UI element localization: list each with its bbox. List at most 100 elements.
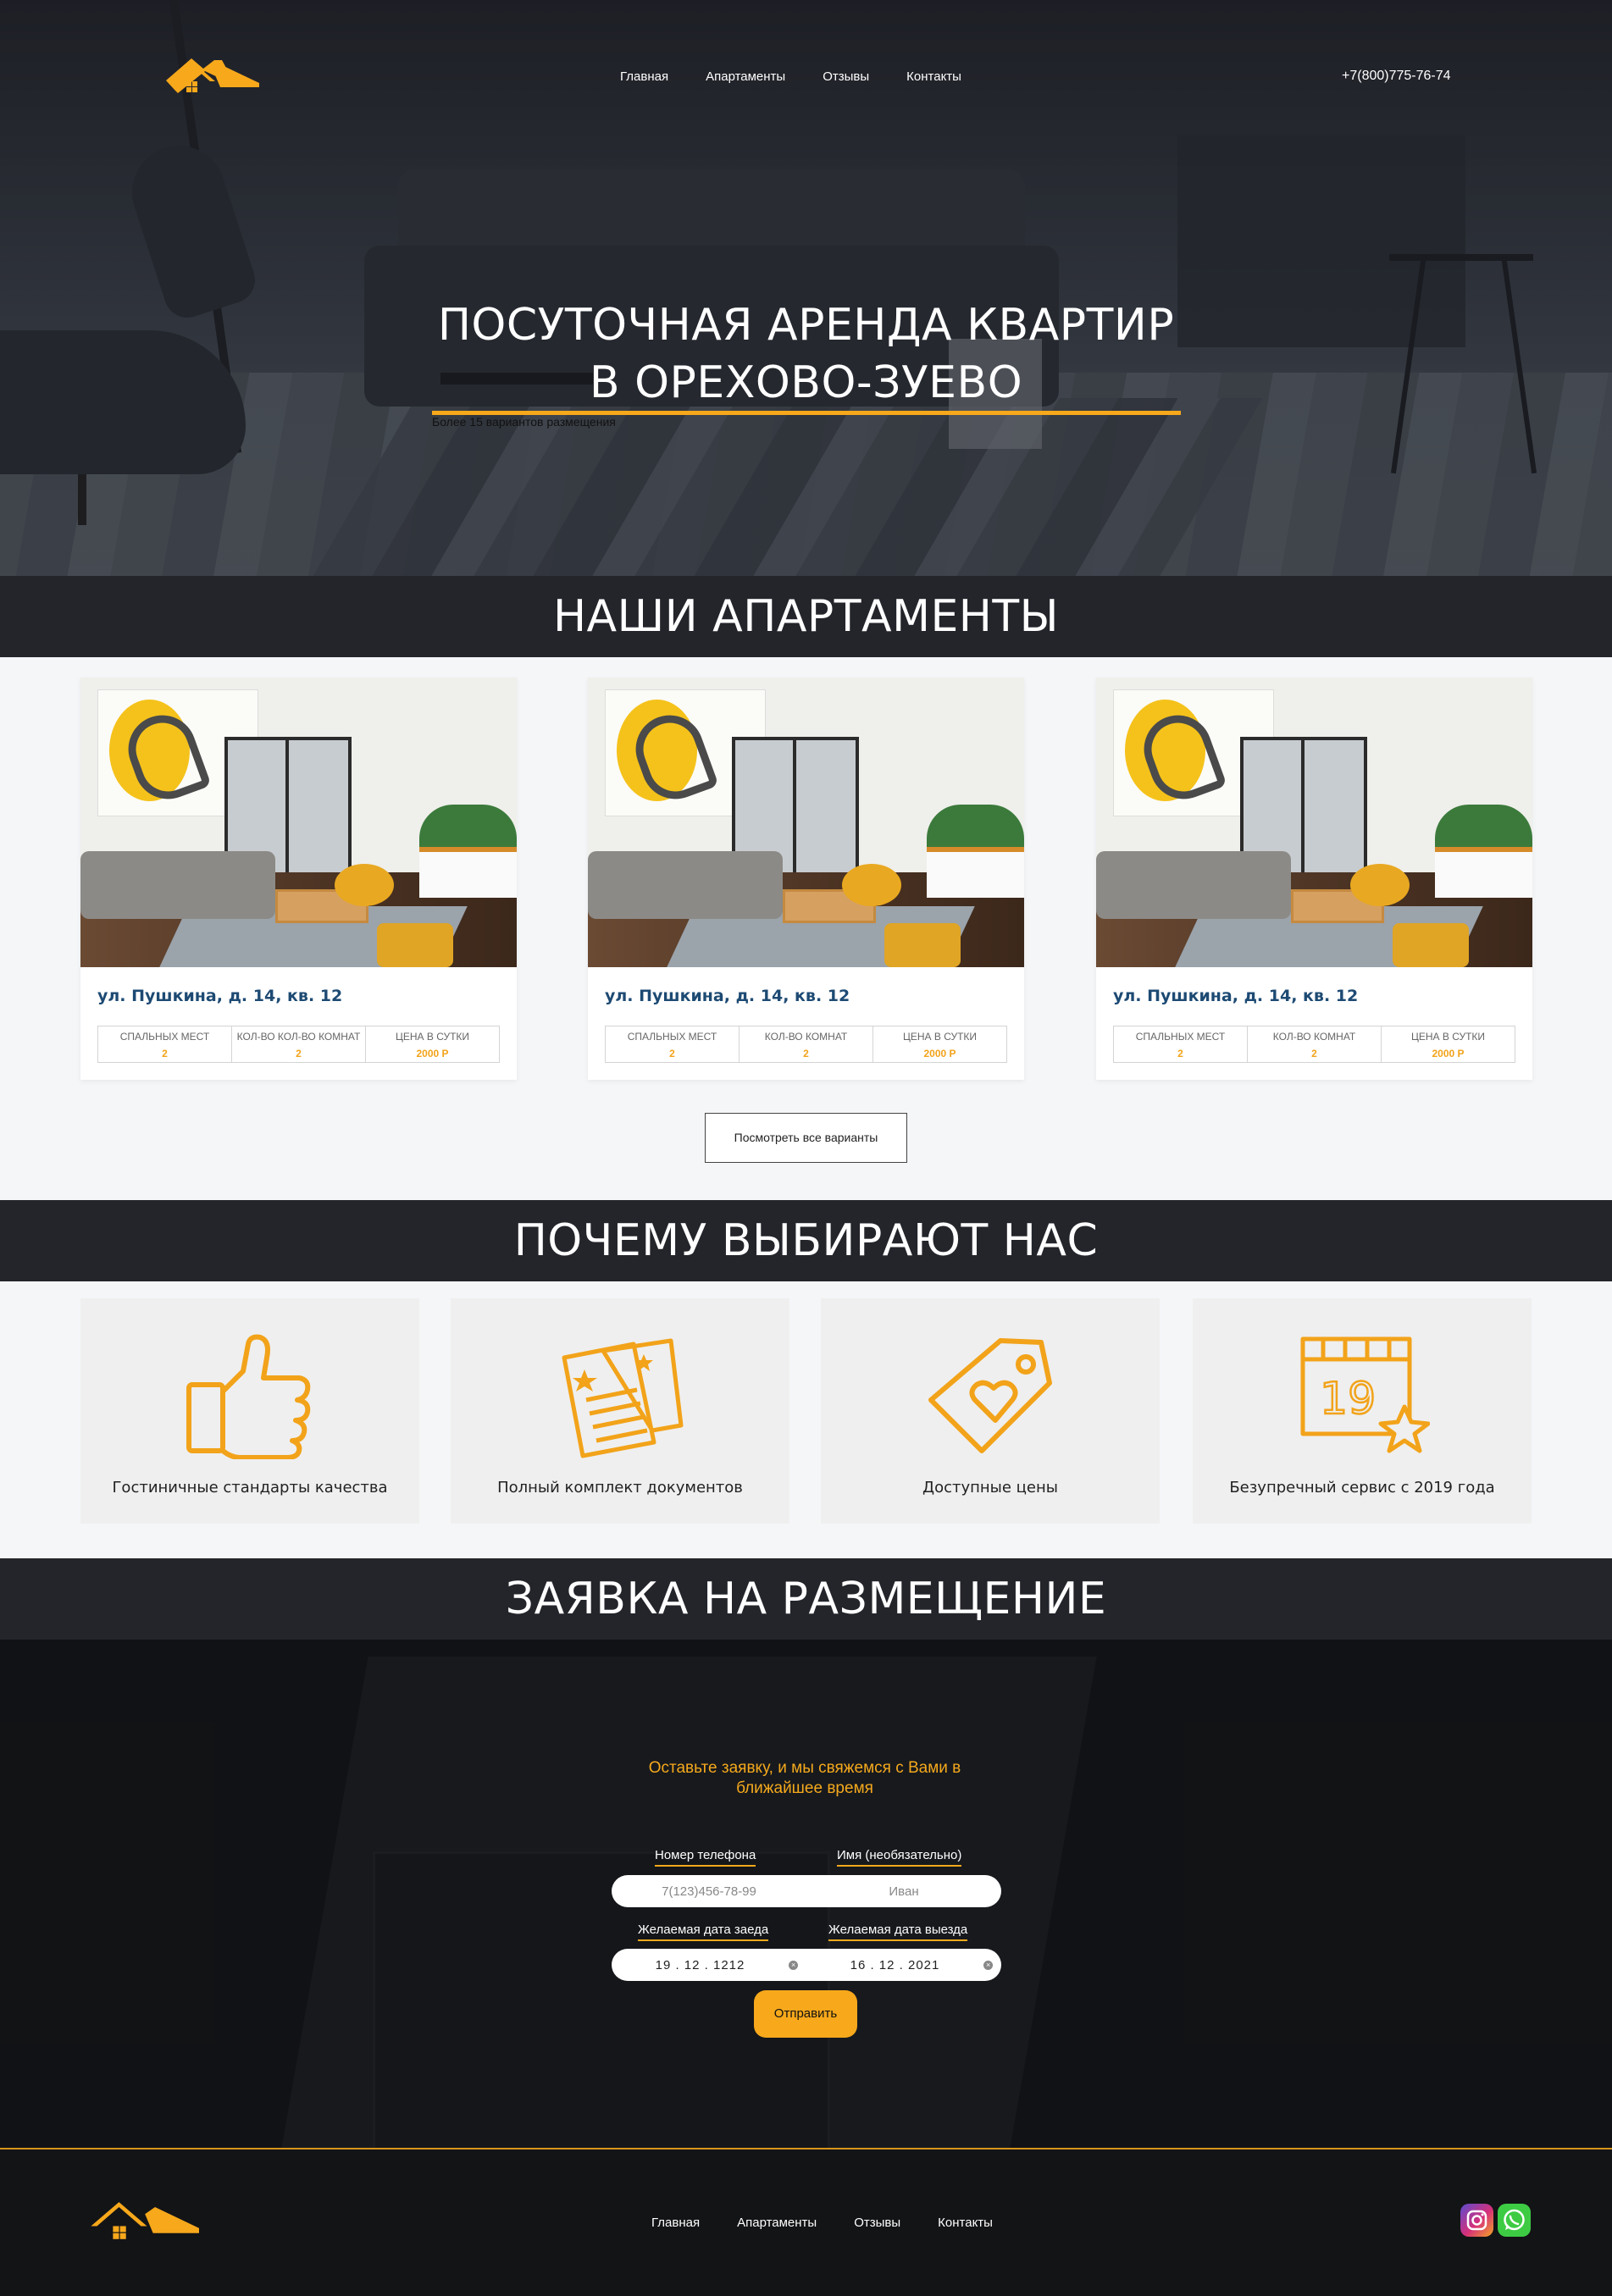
documents-icon [562, 1338, 684, 1458]
hero: Главная Апартаменты Отзывы Контакты +7(8… [0, 0, 1612, 576]
feature-label: Полный комплект документов [497, 1479, 743, 1497]
spec-rooms: КОЛ-ВО КОМНАТ 2 [740, 1026, 873, 1062]
spec-price-label: ЦЕНА В СУТКИ [1410, 1031, 1486, 1043]
photo-sofa [80, 851, 275, 919]
feature-card-quality: Гостиничные стандарты качества [80, 1298, 419, 1524]
whatsapp-icon[interactable] [1498, 2204, 1531, 2237]
hero-title-line2: В ОРЕХОВО-ЗУЕВО [589, 357, 1023, 408]
spec-price-value: 2000 Р [416, 1048, 449, 1059]
nav-reviews[interactable]: Отзывы [823, 69, 869, 84]
apartment-address[interactable]: ул. Пушкина, д. 14, кв. 12 [605, 987, 850, 1005]
thumbs-up-icon [186, 1334, 311, 1459]
spec-beds: СПАЛЬНЫХ МЕСТ 2 [98, 1026, 232, 1062]
submit-button[interactable]: Отправить [754, 1990, 857, 2038]
spec-beds-label: СПАЛЬНЫХ МЕСТ [1135, 1031, 1226, 1043]
checkin-label: Желаемая дата заеда [638, 1923, 769, 1941]
spec-price: ЦЕНА В СУТКИ 2000 Р [873, 1026, 1006, 1062]
instagram-icon[interactable] [1460, 2204, 1493, 2237]
clear-checkout-icon[interactable]: × [983, 1960, 993, 1970]
checkout-label: Желаемая дата выезда [828, 1923, 968, 1941]
phone-input[interactable]: 7(123)456-78-99 [612, 1884, 806, 1899]
apartment-specs: СПАЛЬНЫХ МЕСТ 2 КОЛ-ВО КОЛ-ВО КОМНАТ 2 Ц… [97, 1026, 500, 1063]
logo[interactable] [166, 56, 259, 97]
photo-cabinet [1435, 847, 1532, 898]
footer-logo[interactable] [88, 2196, 200, 2244]
apartment-card[interactable]: ул. Пушкина, д. 14, кв. 12 СПАЛЬНЫХ МЕСТ… [1096, 678, 1532, 1080]
spec-beds-value: 2 [1177, 1048, 1183, 1059]
name-label: Имя (необязательно) [837, 1848, 962, 1867]
apartments-section: ул. Пушкина, д. 14, кв. 12 СПАЛЬНЫХ МЕСТ… [0, 657, 1612, 1199]
footer-nav-reviews[interactable]: Отзывы [854, 2216, 900, 2230]
feature-label: Безупречный сервис с 2019 года [1229, 1479, 1495, 1497]
apartment-card[interactable]: ул. Пушкина, д. 14, кв. 12 СПАЛЬНЫХ МЕСТ… [80, 678, 517, 1080]
hero-title-line1: ПОСУТОЧНАЯ АРЕНДА КВАРТИР [437, 300, 1175, 351]
spec-price-label: ЦЕНА В СУТКИ [902, 1031, 978, 1043]
nav-contacts[interactable]: Контакты [906, 69, 961, 84]
main-nav: Главная Апартаменты Отзывы Контакты [620, 69, 961, 84]
spec-price-label: ЦЕНА В СУТКИ [395, 1031, 470, 1043]
spec-price-value: 2000 Р [923, 1048, 956, 1059]
price-tag-heart-icon [928, 1338, 1052, 1453]
photo-sofa [588, 851, 783, 919]
feature-card-documents: Полный комплект документов [451, 1298, 789, 1524]
spec-rooms-value: 2 [1311, 1048, 1317, 1059]
photo-ottoman [1350, 864, 1410, 906]
spec-rooms-label: КОЛ-ВО КОМНАТ [764, 1031, 848, 1043]
calendar-star-icon: 19 [1300, 1336, 1430, 1453]
footer-nav-apartments[interactable]: Апартаменты [737, 2216, 817, 2230]
apartment-specs: СПАЛЬНЫХ МЕСТ 2 КОЛ-ВО КОМНАТ 2 ЦЕНА В С… [605, 1026, 1007, 1063]
footer-nav-contacts[interactable]: Контакты [938, 2216, 993, 2230]
feature-card-service: 19 Безупречный сервис с 2019 года [1193, 1298, 1532, 1524]
instagram-glyph-icon [1466, 2210, 1487, 2231]
apartments-heading: НАШИ АПАРТАМЕНТЫ [0, 576, 1612, 657]
footer-nav: Главная Апартаменты Отзывы Контакты [651, 2216, 993, 2230]
spec-rooms-value: 2 [803, 1048, 809, 1059]
feature-label: Гостиничные стандарты качества [112, 1479, 388, 1497]
hero-subtitle: Более 15 вариантов размещения [432, 415, 616, 429]
spec-beds-value: 2 [162, 1048, 168, 1059]
date-fields: 19 . 12 . 1212 × 16 . 12 . 2021 × [612, 1949, 1001, 1981]
contact-fields: 7(123)456-78-99 Иван [612, 1875, 1001, 1907]
apartment-specs: СПАЛЬНЫХ МЕСТ 2 КОЛ-ВО КОМНАТ 2 ЦЕНА В С… [1113, 1026, 1515, 1063]
spec-beds: СПАЛЬНЫХ МЕСТ 2 [1114, 1026, 1248, 1062]
name-input[interactable]: Иван [806, 1884, 1001, 1899]
form-heading: ЗАЯВКА НА РАЗМЕЩЕНИЕ [0, 1558, 1612, 1640]
application-form-section: Оставьте заявку, и мы свяжемся с Вами в … [0, 1640, 1612, 2148]
spec-rooms: КОЛ-ВО КОЛ-ВО КОМНАТ 2 [232, 1026, 366, 1062]
spec-rooms: КОЛ-ВО КОМНАТ 2 [1248, 1026, 1382, 1062]
apartment-photo[interactable] [80, 678, 517, 967]
footer: Главная Апартаменты Отзывы Контакты [0, 2148, 1612, 2296]
top-bar: Главная Апартаменты Отзывы Контакты +7(8… [0, 0, 1612, 152]
house-logo-icon [91, 2202, 199, 2239]
spec-beds-label: СПАЛЬНЫХ МЕСТ [627, 1031, 717, 1043]
photo-chair [884, 923, 961, 967]
photo-cabinet [927, 847, 1024, 898]
footer-nav-home[interactable]: Главная [651, 2216, 700, 2230]
clear-checkin-icon[interactable]: × [789, 1960, 798, 1970]
spec-rooms-label: КОЛ-ВО КОЛ-ВО КОМНАТ [236, 1031, 361, 1043]
spec-beds-value: 2 [669, 1048, 675, 1059]
view-all-button[interactable]: Посмотреть все варианты [705, 1113, 907, 1163]
photo-chair [1393, 923, 1469, 967]
nav-apartments[interactable]: Апартаменты [706, 69, 785, 84]
header-phone[interactable]: +7(800)775-76-74 [1342, 69, 1451, 84]
apartment-address[interactable]: ул. Пушкина, д. 14, кв. 12 [97, 987, 342, 1005]
spec-beds: СПАЛЬНЫХ МЕСТ 2 [606, 1026, 740, 1062]
checkout-date-input[interactable]: 16 . 12 . 2021 [806, 1958, 983, 1972]
apartment-address[interactable]: ул. Пушкина, д. 14, кв. 12 [1113, 987, 1358, 1005]
checkin-date-input[interactable]: 19 . 12 . 1212 [612, 1958, 789, 1972]
hero-title: ПОСУТОЧНАЯ АРЕНДА КВАРТИР В ОРЕХОВО-ЗУЕВ… [0, 296, 1612, 412]
spec-price: ЦЕНА В СУТКИ 2000 Р [366, 1026, 499, 1062]
nav-home[interactable]: Главная [620, 69, 668, 84]
apartment-card[interactable]: ул. Пушкина, д. 14, кв. 12 СПАЛЬНЫХ МЕСТ… [588, 678, 1024, 1080]
feature-card-prices: Доступные цены [821, 1298, 1160, 1524]
photo-cabinet [419, 847, 517, 898]
spec-rooms-value: 2 [296, 1048, 302, 1059]
apartment-photo[interactable] [1096, 678, 1532, 967]
form-intro: Оставьте заявку, и мы свяжемся с Вами в … [648, 1759, 961, 1797]
calendar-day: 19 [1320, 1374, 1376, 1425]
whatsapp-glyph-icon [1504, 2209, 1525, 2231]
apartment-photo[interactable] [588, 678, 1024, 967]
photo-sofa [1096, 851, 1291, 919]
spec-price: ЦЕНА В СУТКИ 2000 Р [1382, 1026, 1515, 1062]
